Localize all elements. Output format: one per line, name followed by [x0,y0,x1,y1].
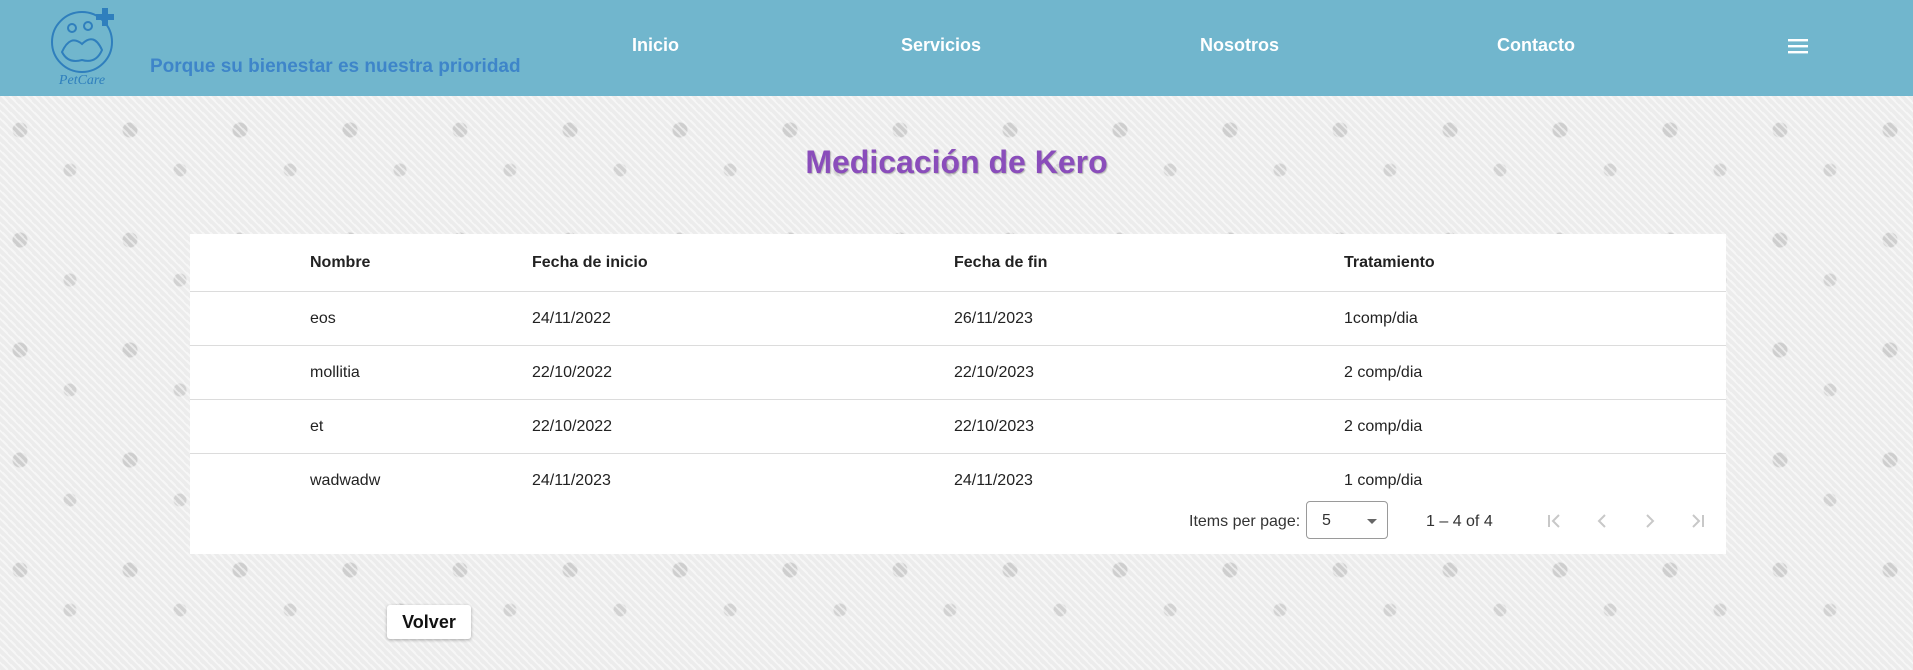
first-page-icon[interactable] [1542,509,1566,533]
tagline: Porque su bienestar es nuestra prioridad [150,56,521,77]
nav-inicio[interactable]: Inicio [632,35,679,56]
dropdown-arrow-icon [1367,519,1377,524]
cell-nombre: et [190,399,531,454]
back-button[interactable]: Volver [387,605,471,639]
page-title: Medicación de Kero [805,144,1108,180]
cell-fecha-fin: 22/10/2023 [953,345,1343,400]
next-page-icon[interactable] [1638,509,1662,533]
navbar: PetCare Porque su bienestar es nuestra p… [0,0,1913,96]
medication-table-card: Nombre Fecha de inicio Fecha de fin Trat… [190,234,1726,554]
column-header-fecha-inicio[interactable]: Fecha de inicio [531,234,953,292]
items-per-page-label: Items per page: [1189,513,1301,530]
items-per-page-select[interactable]: 5 [1306,501,1388,539]
petcare-logo-icon[interactable]: PetCare [48,6,122,88]
cell-tratamiento: 1comp/dia [1343,291,1726,346]
cell-fecha-fin: 22/10/2023 [953,399,1343,454]
range-label: 1 – 4 of 4 [1426,513,1493,530]
items-per-page-value: 5 [1322,512,1331,529]
brand-text: PetCare [58,73,105,88]
nav-contacto[interactable]: Contacto [1497,35,1575,56]
column-header-fecha-fin[interactable]: Fecha de fin [953,234,1343,292]
cell-nombre: eos [190,291,531,346]
hamburger-menu-icon[interactable] [1786,34,1810,58]
cell-fecha-fin: 26/11/2023 [953,291,1343,346]
nav-servicios[interactable]: Servicios [901,35,981,56]
medication-table: Nombre Fecha de inicio Fecha de fin Trat… [190,234,1726,507]
nav-nosotros[interactable]: Nosotros [1200,35,1279,56]
cell-tratamiento: 2 comp/dia [1343,399,1726,454]
last-page-icon[interactable] [1686,509,1710,533]
cell-fecha-inicio: 22/10/2022 [531,399,953,454]
previous-page-icon[interactable] [1590,509,1614,533]
table-header-row: Nombre Fecha de inicio Fecha de fin Trat… [190,234,1726,292]
column-header-tratamiento[interactable]: Tratamiento [1343,234,1726,292]
cell-fecha-inicio: 22/10/2022 [531,345,953,400]
cell-fecha-inicio: 24/11/2022 [531,291,953,346]
column-header-nombre[interactable]: Nombre [190,234,531,292]
paginator: Items per page: 5 1 – 4 of 4 [190,488,1726,554]
cell-nombre: mollitia [190,345,531,400]
table-row[interactable]: mollitia 22/10/2022 22/10/2023 2 comp/di… [190,345,1726,400]
table-row[interactable]: eos 24/11/2022 26/11/2023 1comp/dia [190,291,1726,346]
cell-tratamiento: 2 comp/dia [1343,345,1726,400]
table-row[interactable]: et 22/10/2022 22/10/2023 2 comp/dia [190,399,1726,454]
